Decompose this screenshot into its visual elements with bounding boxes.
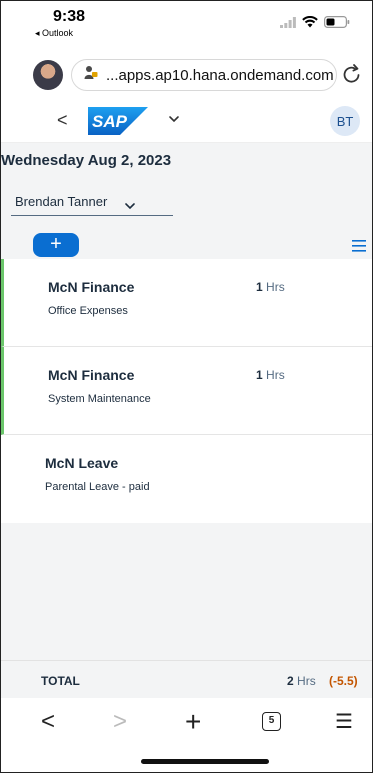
wifi-icon: [302, 15, 318, 33]
status-icons: [280, 15, 350, 33]
list-item[interactable]: McN Leave Parental Leave - paid: [1, 435, 372, 523]
entry-hours: 1 Hrs: [256, 368, 285, 382]
entry-task: Parental Leave - paid: [45, 481, 150, 493]
shell-back-button[interactable]: <: [57, 110, 68, 131]
list-item[interactable]: McN Finance System Maintenance 1 Hrs: [1, 347, 372, 435]
user-select-value: Brendan Tanner: [15, 194, 108, 209]
entry-hours: 1 Hrs: [256, 280, 285, 294]
entry-project: McN Finance: [48, 367, 135, 383]
entry-hours-value: 1: [256, 368, 263, 382]
chevron-down-icon: [124, 198, 136, 216]
total-difference: (-5.5): [329, 674, 358, 688]
entry-task: System Maintenance: [48, 393, 151, 405]
back-to-app-link[interactable]: ◂ Outlook: [35, 28, 73, 39]
entry-hours-unit: Hrs: [266, 368, 285, 382]
entry-task: Office Expenses: [48, 305, 128, 317]
entry-hours-unit: Hrs: [266, 280, 285, 294]
browser-back-button[interactable]: <: [41, 710, 55, 734]
chevron-down-icon[interactable]: [167, 112, 181, 131]
sap-logo[interactable]: SAP: [88, 107, 148, 135]
site-settings-icon[interactable]: [84, 65, 98, 85]
tabs-button[interactable]: 5: [262, 712, 281, 731]
new-tab-button[interactable]: +: [185, 708, 201, 736]
add-entry-button[interactable]: +: [33, 233, 79, 257]
profile-photo[interactable]: [33, 60, 63, 90]
list-item[interactable]: McN Finance Office Expenses 1 Hrs: [1, 259, 372, 347]
time-entry-list: McN Finance Office Expenses 1 Hrs McN Fi…: [1, 259, 372, 523]
user-avatar[interactable]: BT: [330, 106, 360, 136]
status-bar: 9:38 ◂ Outlook: [1, 1, 372, 53]
browser-menu-button[interactable]: ☰: [335, 710, 353, 734]
entry-project: McN Leave: [45, 455, 119, 471]
battery-icon: [324, 15, 350, 33]
user-select[interactable]: Brendan Tanner: [11, 188, 173, 216]
entry-hours-value: 1: [256, 280, 263, 294]
home-indicator[interactable]: [141, 759, 269, 764]
browser-toolbar: < > + 5 ☰: [1, 698, 372, 746]
svg-text:SAP: SAP: [92, 112, 128, 131]
total-hours: 2 Hrs: [287, 674, 316, 688]
status-time: 9:38: [53, 8, 86, 25]
total-hours-unit: Hrs: [297, 674, 316, 688]
total-label: TOTAL: [41, 674, 80, 688]
address-bar[interactable]: ...apps.ap10.hana.ondemand.com: [71, 59, 337, 91]
reload-icon[interactable]: [342, 63, 362, 90]
page-title-date: Wednesday Aug 2, 2023: [1, 152, 172, 169]
empty-list-area: [1, 523, 372, 660]
browser-address-row: ...apps.ap10.hana.ondemand.com: [1, 53, 372, 99]
page-header: Wednesday Aug 2, 2023 Brendan Tanner +: [1, 143, 372, 259]
total-footer: TOTAL 2 Hrs (-5.5): [1, 660, 372, 698]
url-text: ...apps.ap10.hana.ondemand.com: [106, 66, 334, 84]
browser-forward-button[interactable]: >: [113, 710, 127, 734]
signal-icon: [280, 15, 296, 33]
entry-project: McN Finance: [48, 279, 135, 295]
phone-screen: 9:38 ◂ Outlook ...apps.ap10.hana.ondeman…: [0, 0, 373, 773]
sap-shell-bar: < SAP BT: [1, 99, 372, 143]
list-menu-icon[interactable]: [352, 239, 366, 257]
total-hours-value: 2: [287, 674, 294, 688]
